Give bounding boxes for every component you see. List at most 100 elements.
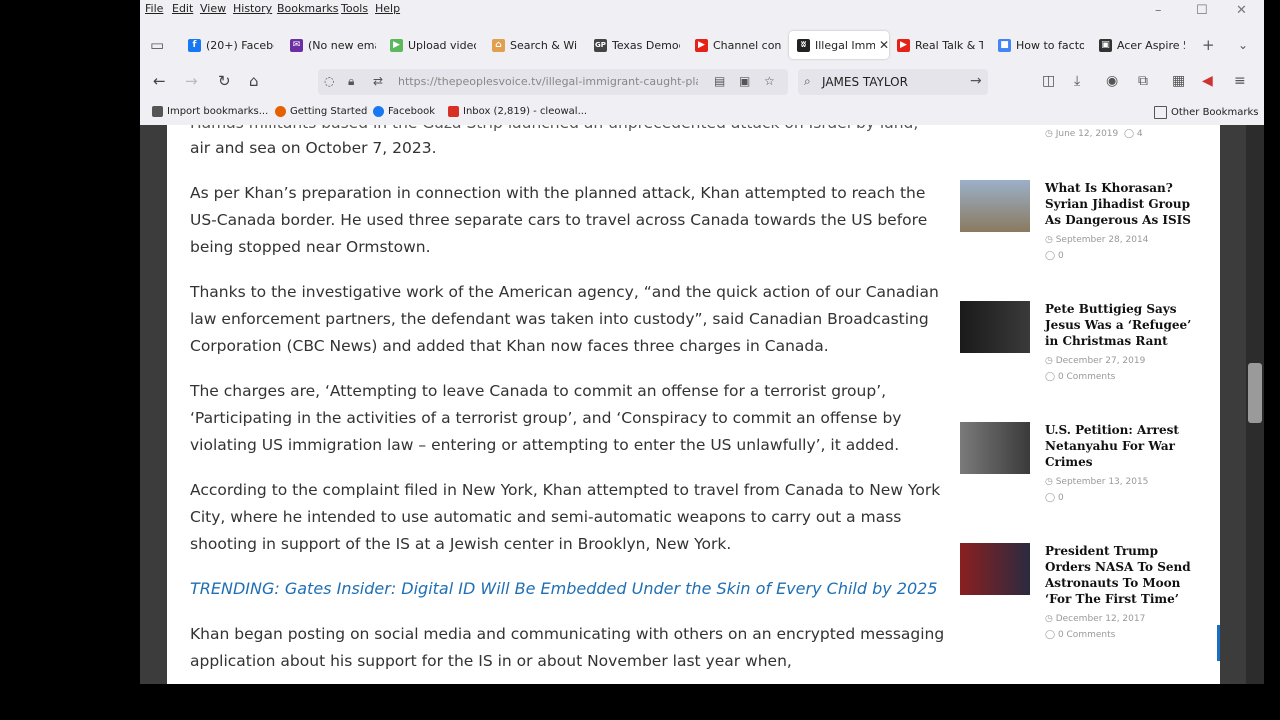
tab-label: Upload video <box>408 38 476 52</box>
account-icon[interactable]: ◉ <box>1106 73 1118 89</box>
web-content: Hamas militants based in the Gaza Strip … <box>140 125 1264 684</box>
bookmark-inbox[interactable]: Inbox (2,819) - cleowal... <box>448 106 587 117</box>
shield-icon[interactable]: ◌ <box>324 74 334 88</box>
tab-bar: ▭ f (20+) Facebo ✉ (No new ema ▶ Upload vid… <box>140 28 1264 62</box>
tab-label: Channel cont <box>713 38 781 52</box>
screenshot-icon[interactable]: ▣ <box>739 74 750 88</box>
downloads-icon[interactable]: ⤓ <box>1074 73 1080 89</box>
card-meta: ◷ September 28, 2014 <box>1045 235 1149 245</box>
card-comments: 4 <box>1136 129 1143 139</box>
facebook-icon <box>373 106 384 117</box>
tab-how-to-factory[interactable]: ■ How to facto <box>998 31 1084 59</box>
menu-view[interactable]: View <box>200 2 226 15</box>
google-icon: ■ <box>998 38 1011 52</box>
minimize-icon[interactable]: – <box>1155 3 1162 18</box>
youtube-icon: ▶ <box>897 38 910 52</box>
bookmark-star-icon[interactable]: ☆ <box>764 74 775 88</box>
nav-bar: ← → ↻ ⌂ ◌ 🔒︎ ⇄ https://thepeoplesvoice.t… <box>140 62 1264 102</box>
menu-history[interactable]: History <box>233 2 272 15</box>
tab-label: How to facto <box>1016 38 1084 52</box>
upload-icon: ▶ <box>390 38 403 52</box>
tab-illegal-immigrant[interactable]: ʬ Illegal Imm ✕ <box>789 31 889 59</box>
search-bar[interactable]: ⌕ JAMES TAYLOR <box>798 69 988 95</box>
lock-icon[interactable]: 🔒︎ <box>348 74 354 89</box>
search-input[interactable]: JAMES TAYLOR <box>822 75 908 89</box>
import-icon <box>152 106 163 117</box>
extensions-icon[interactable]: ⧉ <box>1138 73 1148 89</box>
scroll-to-top-button[interactable]: ⌃ <box>1217 625 1220 661</box>
card-meta: ◷ September 13, 2015 <box>1045 477 1149 487</box>
card-meta: ◷ December 12, 2017 <box>1045 614 1146 624</box>
card-thumbnail[interactable] <box>960 301 1030 353</box>
bookmark-facebook[interactable]: Facebook <box>373 106 435 117</box>
menu-bookmarks[interactable]: Bookmarks <box>277 2 338 15</box>
menu-bar: File Edit View History Bookmarks Tools H… <box>140 0 1264 18</box>
bookmark-label: Getting Started <box>290 106 368 117</box>
card-date: June 12, 2019 <box>1055 129 1119 139</box>
tab-overview-icon[interactable]: ▭ <box>150 36 164 54</box>
close-window-icon[interactable]: ✕ <box>1236 3 1247 18</box>
menu-file[interactable]: File <box>145 2 163 15</box>
tab-texas-democ[interactable]: GP Texas Democ <box>594 31 680 59</box>
menu-edit[interactable]: Edit <box>172 2 193 15</box>
article-paragraph: Khan began posting on social media and c… <box>190 625 945 670</box>
reader-view-icon[interactable]: ▤ <box>714 74 725 88</box>
close-tab-icon[interactable]: ✕ <box>879 38 889 52</box>
card-date: December 12, 2017 <box>1055 614 1146 624</box>
bookmark-getting-started[interactable]: Getting Started <box>275 106 367 117</box>
card-date: September 28, 2014 <box>1055 235 1149 245</box>
bookmark-label: Facebook <box>388 106 435 117</box>
tab-upload-video[interactable]: ▶ Upload video <box>390 31 476 59</box>
home-icon[interactable]: ⌂ <box>249 72 259 90</box>
card-title[interactable]: President Trump Orders NASA To Send Astr… <box>1045 543 1205 607</box>
pocket-icon[interactable]: ◫ <box>1042 73 1055 89</box>
folder-icon <box>1154 106 1167 119</box>
tab-facebook[interactable]: f (20+) Facebo <box>188 31 274 59</box>
article-paragraph: According to the complaint filed in New … <box>190 481 941 553</box>
maximize-icon[interactable]: ☐ <box>1196 3 1208 18</box>
forward-icon[interactable]: → <box>185 72 198 90</box>
url-text[interactable]: https://thepeoplesvoice.tv/illegal-immig… <box>398 75 698 88</box>
card-title[interactable]: Pete Buttigieg Says Jesus Was a ‘Refugee… <box>1045 301 1205 349</box>
article-paragraph: The charges are, ‘Attempting to leave Ca… <box>190 382 902 454</box>
page-icon: ▣ <box>1099 38 1112 52</box>
menu-tools[interactable]: Tools <box>341 2 368 15</box>
list-tabs-icon[interactable]: ⌄ <box>1238 38 1248 52</box>
tab-acer-aspire[interactable]: ▣ Acer Aspire 5 <box>1099 31 1185 59</box>
app-menu-icon[interactable]: ≡ <box>1234 73 1246 89</box>
trending-link[interactable]: TRENDING: Gates Insider: Digital ID Will… <box>190 575 950 602</box>
bookmark-label: Other Bookmarks <box>1171 107 1259 118</box>
card-thumbnail[interactable] <box>960 180 1030 232</box>
article-paragraph: Thanks to the investigative work of the … <box>190 283 939 355</box>
search-go-icon[interactable]: → <box>970 73 982 89</box>
tab-search-win[interactable]: ⌂ Search & Win <box>492 31 578 59</box>
scrollbar-thumb[interactable] <box>1248 363 1262 423</box>
other-bookmarks[interactable]: Other Bookmarks <box>1154 106 1258 119</box>
search-icon: ⌕ <box>804 74 811 88</box>
bookmarks-bar: Import bookmarks... Getting Started Face… <box>140 102 1264 124</box>
card-meta: ◯ 0 <box>1045 251 1064 261</box>
card-meta: ◯ 0 Comments <box>1045 372 1116 382</box>
card-meta: ◯ 0 <box>1045 493 1064 503</box>
tab-label: Texas Democ <box>612 38 680 52</box>
gmail-icon <box>448 106 459 117</box>
extension-app-icon[interactable]: ▦ <box>1172 73 1185 89</box>
facebook-icon: f <box>188 38 201 52</box>
tab-channel-content[interactable]: ▶ Channel cont <box>695 31 781 59</box>
card-date: September 13, 2015 <box>1055 477 1149 487</box>
menu-help[interactable]: Help <box>375 2 400 15</box>
card-title[interactable]: U.S. Petition: Arrest Netanyahu For War … <box>1045 422 1205 470</box>
back-icon[interactable]: ← <box>153 72 166 90</box>
tab-email[interactable]: ✉ (No new ema <box>290 31 376 59</box>
card-title[interactable]: What Is Khorasan? Syrian Jihadist Group … <box>1045 180 1205 228</box>
tab-real-talk[interactable]: ▶ Real Talk & T <box>897 31 983 59</box>
card-thumbnail[interactable] <box>960 422 1030 474</box>
new-tab-icon[interactable]: + <box>1202 36 1215 54</box>
permissions-icon[interactable]: ⇄ <box>373 74 383 88</box>
extension-announce-icon[interactable]: ◀ <box>1202 73 1213 89</box>
card-thumbnail[interactable] <box>960 543 1030 595</box>
article-paragraph: air and sea on October 7, 2023. <box>190 139 437 157</box>
url-bar[interactable]: ◌ 🔒︎ ⇄ https://thepeoplesvoice.tv/illega… <box>318 69 788 95</box>
reload-icon[interactable]: ↻ <box>218 72 231 90</box>
bookmark-import[interactable]: Import bookmarks... <box>152 106 268 117</box>
